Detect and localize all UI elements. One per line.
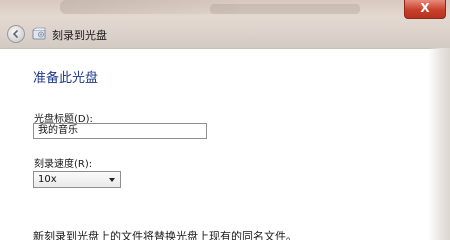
burn-disc-window: X 刻录到光盘 准备此光盘 光盘标题(D): 我的音乐 刻录速度(R): 10x… (0, 0, 450, 240)
window-edge (428, 48, 450, 240)
burn-speed-value: 10x (38, 174, 57, 185)
back-button[interactable] (7, 25, 25, 43)
chevron-down-icon (109, 178, 115, 182)
disc-icon (32, 27, 46, 40)
burn-speed-select[interactable]: 10x (33, 171, 121, 188)
title-bar: X 刻录到光盘 (0, 0, 450, 49)
window-title: 刻录到光盘 (52, 29, 107, 42)
close-button[interactable]: X (404, 0, 446, 19)
close-icon: X (420, 1, 430, 15)
back-arrow-icon (12, 29, 19, 39)
replace-files-note: 新刻录到光盘上的文件将替换光盘上现有的同名文件。 (33, 230, 297, 240)
burn-speed-label: 刻录速度(R): (34, 159, 93, 170)
page-heading: 准备此光盘 (33, 71, 99, 86)
background-blur (210, 4, 360, 14)
disc-title-input[interactable]: 我的音乐 (33, 123, 207, 139)
